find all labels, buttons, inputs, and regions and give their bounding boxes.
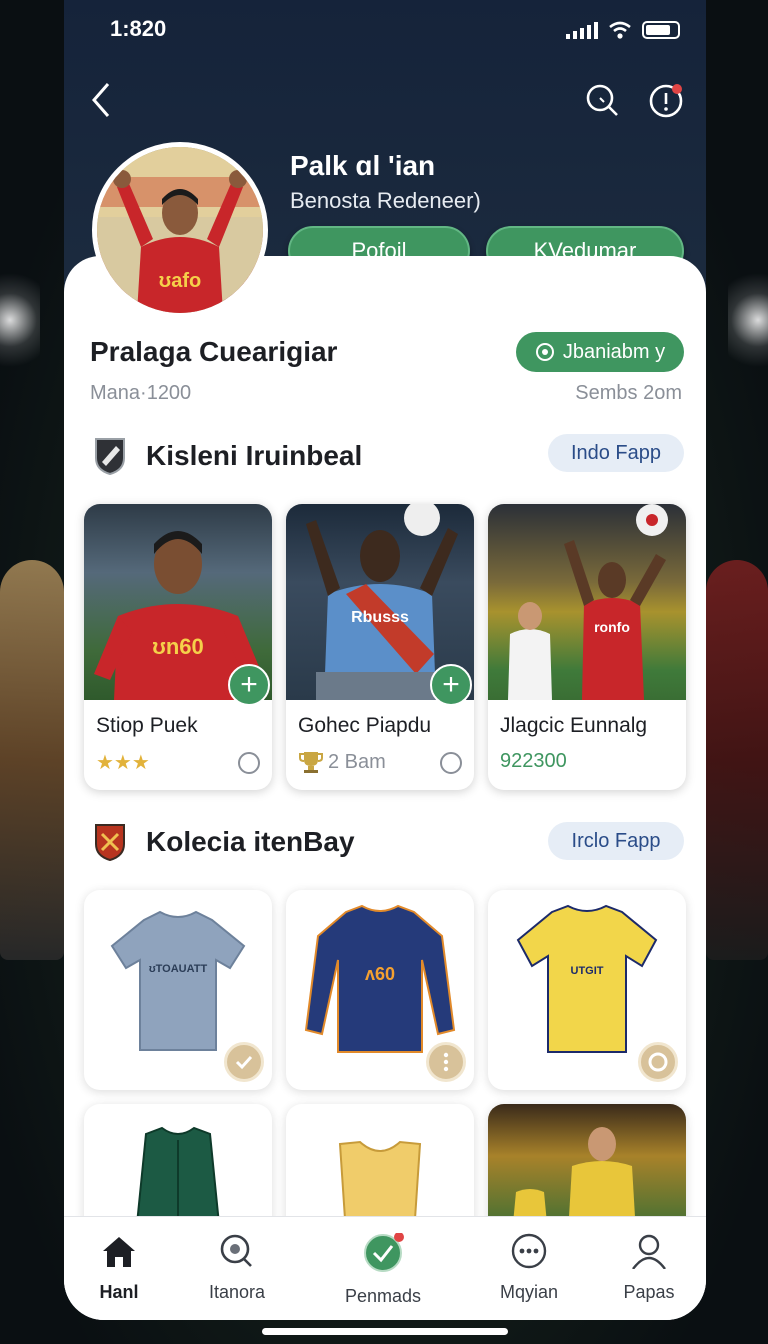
nav-label: Hanl xyxy=(99,1282,139,1302)
nav-label: Penmads xyxy=(344,1286,422,1306)
kit-more-button[interactable] xyxy=(426,1042,466,1082)
players-view-all-link[interactable]: Indo Fapp xyxy=(548,434,684,472)
player-card[interactable]: ʊn60 + Stiop Puek ★★★ xyxy=(84,504,272,790)
search-icon xyxy=(586,84,618,116)
player-photo: ʊafo xyxy=(97,147,263,313)
player-name: Gohec Piapdu xyxy=(298,714,432,737)
summary-meta-left: Mana·1200 xyxy=(90,382,192,404)
kit-card[interactable]: ʌ60 xyxy=(286,890,474,1090)
kit-check-button[interactable] xyxy=(224,1042,264,1082)
battery-icon xyxy=(642,21,680,39)
stadium-light xyxy=(728,260,768,380)
app-screen: 1:820 ʊafo Palk ɑl 'ian Benosta Redeneer… xyxy=(64,0,706,1320)
stadium-light xyxy=(0,260,40,380)
player-name: Jlagcic Eunnalg xyxy=(500,714,648,737)
profile-subtitle: Benosta Redeneer) xyxy=(290,188,481,213)
wifi-icon xyxy=(609,21,631,39)
player-select-radio[interactable] xyxy=(238,752,260,774)
summary-meta-right: Sembs 2om xyxy=(575,382,682,404)
profile-name: Palk ɑl 'ian xyxy=(290,150,436,181)
kits-view-all-link[interactable]: Irclo Fapp xyxy=(548,822,684,860)
home-indicator xyxy=(262,1328,508,1335)
jersey-text: ʊn60 xyxy=(152,634,204,659)
player-meta-label: 2 Bam xyxy=(328,750,386,773)
player-meta: 2 Bam xyxy=(298,750,386,774)
content-card: Pralaga Cuearigiar Mana·1200 Jbaniabm y … xyxy=(64,256,706,1320)
background-player xyxy=(0,560,64,960)
kit-card[interactable] xyxy=(488,1104,686,1234)
jersey-text: Rbusss xyxy=(351,609,409,626)
summary-badge-label: Jbaniabm y xyxy=(562,340,666,363)
add-player-button[interactable]: + xyxy=(430,664,472,706)
summary-title: Pralaga Cuearigiar xyxy=(90,336,338,367)
check-icon xyxy=(364,1232,404,1272)
player-rating: ★★★ xyxy=(96,752,150,774)
signal-icon xyxy=(566,21,598,39)
shield-icon xyxy=(95,438,125,476)
player-card[interactable]: ronfo Jlagcic Eunnalg 922300 xyxy=(488,504,686,790)
nav-label: Papas xyxy=(623,1282,675,1302)
nav-item-home[interactable]: Hanl xyxy=(64,1233,174,1303)
player-photo: ronfo xyxy=(508,504,668,700)
back-button[interactable] xyxy=(82,80,122,120)
crest-icon xyxy=(95,824,125,862)
nav-item-center[interactable]: Penmads xyxy=(328,1232,438,1307)
kits-section-title: Kolecia itenBay xyxy=(146,826,355,857)
avatar[interactable]: ʊafo xyxy=(92,142,268,318)
kit-card[interactable]: ʊTOAUATT xyxy=(84,890,272,1090)
summary-badge[interactable]: Jbaniabm y xyxy=(516,332,684,372)
home-icon xyxy=(103,1237,135,1267)
nav-item-search[interactable]: Itanora xyxy=(182,1233,292,1303)
status-time: 1:820 xyxy=(110,16,167,41)
shirt-text: ʊTOAUATT xyxy=(149,963,208,975)
top-navbar xyxy=(64,78,706,126)
search-icon xyxy=(220,1234,252,1267)
player-photo xyxy=(512,1127,636,1234)
jersey-green-vest-image xyxy=(134,1126,222,1234)
status-bar: 1:820 xyxy=(64,0,706,60)
player-name: Stiop Puek xyxy=(96,714,198,737)
players-section-title: Kisleni Iruinbeal xyxy=(146,440,363,471)
svg-text:ʊafo: ʊafo xyxy=(159,270,201,292)
more-vertical-icon xyxy=(443,1052,449,1072)
check-icon xyxy=(235,1055,253,1070)
nav-label: Mqyian xyxy=(499,1282,559,1302)
chevron-left-icon xyxy=(92,83,110,117)
player-value: 922300 xyxy=(500,750,567,772)
trophy-icon xyxy=(299,752,323,773)
kit-card[interactable] xyxy=(84,1104,272,1234)
add-player-button[interactable]: + xyxy=(228,664,270,706)
nav-item-profile[interactable]: Papas xyxy=(594,1233,704,1303)
jersey-text: ronfo xyxy=(594,619,630,635)
player-card[interactable]: Rbusss + Gohec Piapdu 2 Bam xyxy=(286,504,474,790)
shirt-text: ʌ60 xyxy=(365,964,395,984)
alert-icon xyxy=(649,84,683,118)
kit-target-button[interactable] xyxy=(638,1042,678,1082)
target-icon xyxy=(648,1052,668,1072)
jersey-gold-vest-image xyxy=(338,1140,422,1234)
bottom-navigation: Hanl Itanora Penmads Mqyian Papas xyxy=(64,1216,706,1320)
player-select-radio[interactable] xyxy=(440,752,462,774)
profile-icon xyxy=(632,1234,666,1270)
search-button[interactable] xyxy=(582,80,622,120)
more-icon xyxy=(511,1233,547,1269)
background-player xyxy=(706,560,768,960)
target-icon xyxy=(535,343,554,361)
notifications-button[interactable] xyxy=(646,80,686,120)
kit-card[interactable] xyxy=(286,1104,474,1234)
shirt-text: UTGIT xyxy=(571,965,604,977)
kit-card[interactable]: UTGIT xyxy=(488,890,686,1090)
nav-item-more[interactable]: Mqyian xyxy=(474,1233,584,1303)
nav-label: Itanora xyxy=(208,1282,266,1302)
